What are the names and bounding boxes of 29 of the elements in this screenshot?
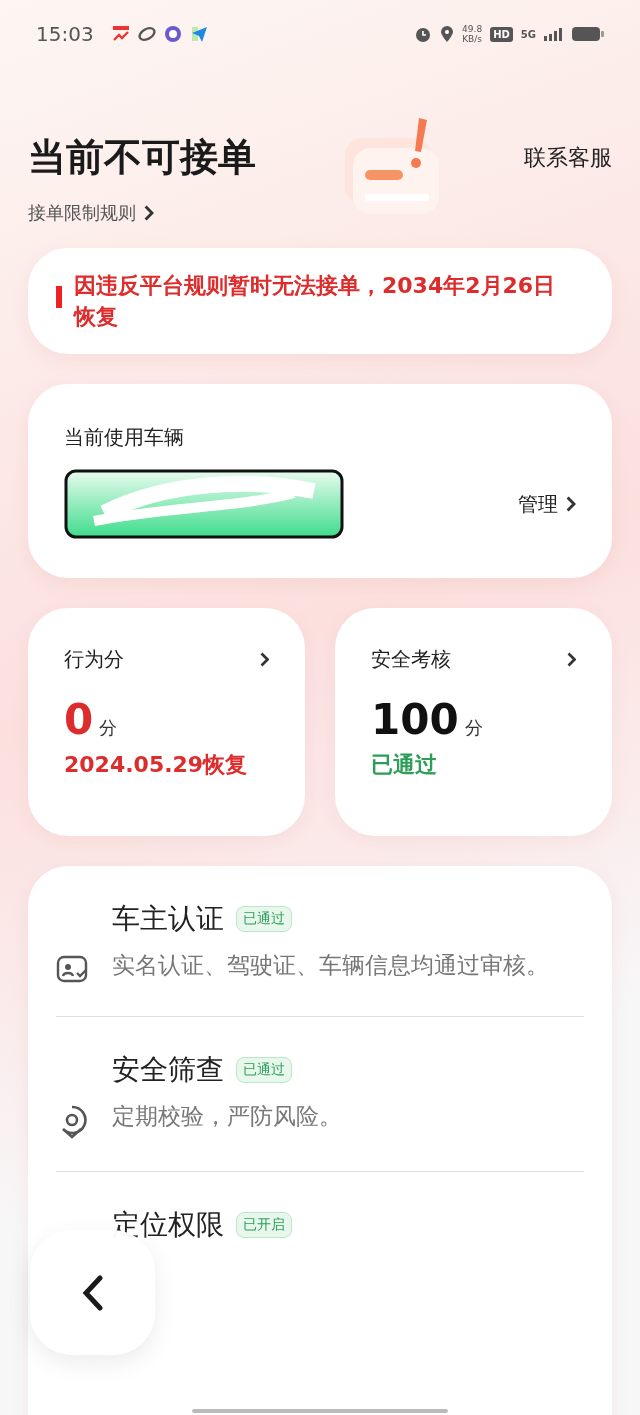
contact-service-link[interactable]: 联系客服 [524, 143, 612, 173]
score-note: 2024.05.29恢复 [64, 751, 249, 779]
vehicle-label: 当前使用车辆 [64, 424, 185, 451]
clock-time: 15:03 [36, 22, 94, 46]
score-value: 100 [371, 695, 459, 744]
score-card[interactable]: 安全考核 100 分 已通过 [335, 608, 612, 836]
check-description: 定期校验，严防风险。 [112, 1102, 342, 1131]
hd-badge: HD [490, 26, 513, 42]
score-value: 0 [64, 695, 94, 744]
check-description: 实名认证、驾驶证、车辆信息均通过审核。 [112, 951, 549, 980]
score-unit: 分 [464, 716, 483, 740]
alert-text: 因违反平台规则暂时无法接单，2034年2月26日恢复 [74, 272, 557, 331]
status-badge: 已开启 [236, 1212, 292, 1238]
score-title: 行为分 [64, 646, 124, 673]
rules-link[interactable]: 接单限制规则 [28, 200, 256, 225]
score-unit: 分 [99, 716, 118, 740]
speed-value: 49.8 [462, 24, 483, 34]
speed-unit: KB/s [462, 34, 483, 44]
page-title: 当前不可接单 [28, 133, 256, 181]
manage-link[interactable]: 管理 [518, 490, 576, 518]
network-label: 5G [520, 28, 536, 40]
score-card[interactable]: 行为分 0 分 2024.05.29恢复 [28, 608, 305, 836]
check-title: 定位权限 [112, 1207, 224, 1243]
score-note: 已通过 [371, 751, 438, 779]
check-title: 安全筛查 [112, 1052, 224, 1088]
status-badge: 已通过 [236, 1057, 292, 1083]
score-title: 安全考核 [371, 646, 451, 673]
check-title: 车主认证 [112, 901, 224, 937]
status-badge: 已通过 [236, 906, 292, 932]
